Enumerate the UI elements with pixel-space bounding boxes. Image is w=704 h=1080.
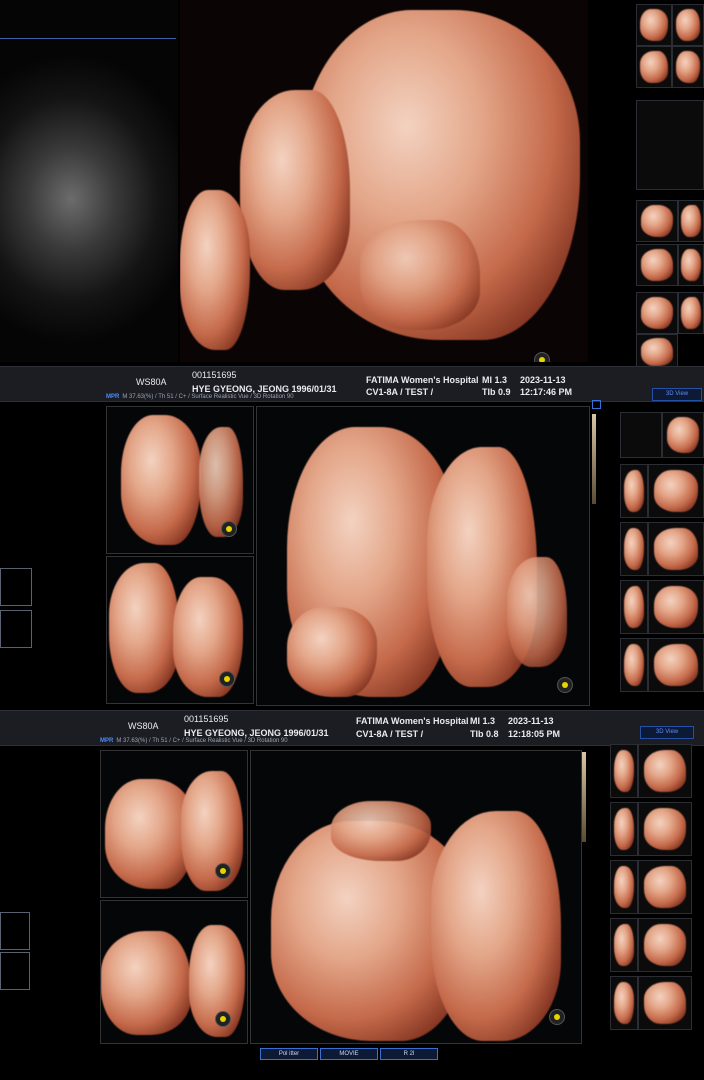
curve-box [0,912,30,950]
thumbnail[interactable] [610,918,638,972]
thumbnail[interactable] [610,976,638,1030]
thumbnail[interactable] [636,244,678,286]
thermal-index: TIb 0.8 [470,729,499,739]
mpr-view-b[interactable] [100,900,248,1044]
mechanical-index: MI 1.3 [470,716,496,726]
probe-info: CV1-8A / TEST / [366,387,434,397]
thumbnail-strip-top [636,0,704,370]
patient-name: HYE GYEONG, JEONG 1996/01/31 [192,384,337,394]
thumbnail[interactable] [662,412,704,458]
thumbnail[interactable] [672,46,704,88]
system-name: WS80A [128,721,159,731]
cursor-marker-icon[interactable] [549,1009,565,1025]
exam-date: 2023-11-13 [520,375,566,385]
thumbnail[interactable] [648,580,704,634]
hospital-name: FATIMA Women's Hospital [356,716,469,726]
thumbnail[interactable] [620,522,648,576]
thumbnail[interactable] [636,100,704,190]
cursor-marker-icon[interactable] [534,352,550,362]
r2l-button[interactable]: R 2l [380,1048,438,1060]
cursor-marker-icon[interactable] [221,521,237,537]
thumbnail[interactable] [620,412,662,458]
exam-time: 12:18:05 PM [508,729,561,739]
main-3d-render-top [180,0,588,362]
pol-itter-button[interactable]: Pol itter [260,1048,318,1060]
color-scale-bar [582,752,586,842]
thumbnail[interactable] [620,580,648,634]
thumbnail[interactable] [636,334,678,370]
thumbnail[interactable] [610,802,638,856]
cursor-marker-icon[interactable] [215,1011,231,1027]
sector-edge [0,38,176,39]
movie-button[interactable]: MOVIE [320,1048,378,1060]
exam-time: 12:17:46 PM [520,387,573,397]
cursor-marker-icon[interactable] [219,671,235,687]
system-name: WS80A [136,377,167,387]
mpr-view-a[interactable] [100,750,248,898]
mpr-status-bar: MPR M 37.63(%) / Th 51 / C+ / Surface Rea… [106,394,294,400]
thermal-index: TIb 0.9 [482,387,511,397]
thumbnail[interactable] [678,292,704,334]
mpr-view-b[interactable] [106,556,254,704]
thumbnail[interactable] [672,4,704,46]
thumbnail[interactable] [636,292,678,334]
patient-name: HYE GYEONG, JEONG 1996/01/31 [184,728,329,738]
thumbnail[interactable] [638,976,692,1030]
thumbnail-strip [620,400,704,692]
ultrasound-2d-view [0,0,178,362]
thumbnail-strip [610,744,704,1030]
probe-info: CV1-8A / TEST / [356,729,424,739]
hospital-name: FATIMA Women's Hospital [366,375,479,385]
thumbnail[interactable] [610,744,638,798]
exam-date: 2023-11-13 [508,716,554,726]
patient-id: 001151695 [192,370,237,380]
tab-3d-view[interactable]: 3D View [640,726,694,739]
main-3d-view[interactable] [250,750,582,1044]
main-3d-view[interactable] [256,406,590,706]
thumbnail[interactable] [678,200,704,242]
mechanical-index: MI 1.3 [482,375,508,385]
curve-box [0,568,32,606]
thumbnail[interactable] [620,638,648,692]
thumbnail[interactable] [648,522,704,576]
thumbnail[interactable] [648,638,704,692]
thumbnail[interactable] [638,802,692,856]
mpr-view-a[interactable] [106,406,254,554]
3d-view-icon[interactable] [592,400,601,409]
thumbnail[interactable] [620,464,648,518]
thumbnail[interactable] [636,200,678,242]
thumbnail[interactable] [638,744,692,798]
curve-box [0,952,30,990]
color-scale-bar [592,414,596,504]
patient-id: 001151695 [184,714,229,724]
thumbnail[interactable] [648,464,704,518]
cursor-marker-icon[interactable] [215,863,231,879]
thumbnail[interactable] [636,4,672,46]
curve-box [0,610,32,648]
thumbnail[interactable] [636,46,672,88]
thumbnail[interactable] [638,860,692,914]
thumbnail[interactable] [638,918,692,972]
thumbnail[interactable] [678,244,704,286]
thumbnail[interactable] [610,860,638,914]
cursor-marker-icon[interactable] [557,677,573,693]
mpr-status-bar: MPR M 37.63(%) / Th 51 / C+ / Surface Rea… [100,738,288,744]
